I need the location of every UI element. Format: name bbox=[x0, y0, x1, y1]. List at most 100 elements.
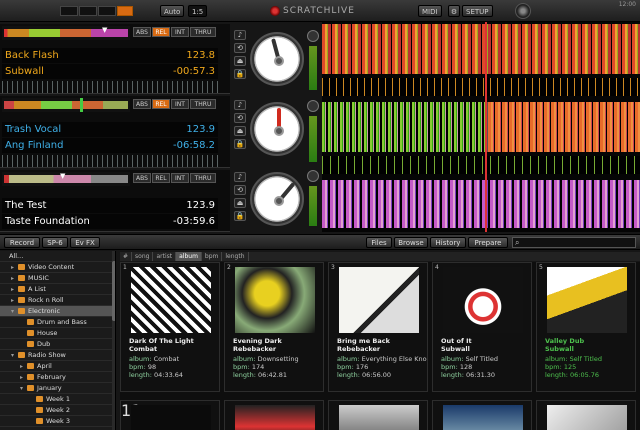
tree-item[interactable]: All... bbox=[0, 251, 115, 262]
tree-item[interactable]: House bbox=[0, 328, 115, 339]
album-card[interactable] bbox=[536, 400, 636, 430]
deck-layout-toggle-1[interactable] bbox=[60, 6, 78, 16]
browse-button[interactable]: Browse bbox=[394, 237, 428, 248]
deck-2-pitch-knob[interactable] bbox=[307, 100, 319, 112]
deck-1-keylock-icon[interactable]: 🔒 bbox=[234, 69, 246, 79]
deck-1-thru-button[interactable]: THRU bbox=[190, 27, 216, 37]
tree-expand-icon[interactable]: ▸ bbox=[11, 262, 18, 273]
record-button[interactable]: Record bbox=[4, 237, 40, 248]
fx-button[interactable]: Ev FX bbox=[70, 237, 100, 248]
album-card[interactable]: 2 Evening Dark Rebebacker album: Downsettin… bbox=[224, 262, 324, 392]
deck-2-platter[interactable] bbox=[250, 102, 304, 156]
deck-1-platter[interactable] bbox=[250, 32, 304, 86]
album-card[interactable]: 5 Valley Dub Subwall album: Self Titled bpm:… bbox=[536, 262, 636, 392]
deck-3-abs-button[interactable]: ABS bbox=[133, 173, 151, 183]
deck-1-int-button[interactable]: INT bbox=[171, 27, 189, 37]
files-button[interactable]: Files bbox=[366, 237, 392, 248]
deck-1-pitch-knob[interactable] bbox=[307, 30, 319, 42]
tree-item[interactable]: Drum and Bass bbox=[0, 317, 115, 328]
deck-layout-toggle-2[interactable] bbox=[79, 6, 97, 16]
tree-item[interactable]: ▸ April bbox=[0, 361, 115, 372]
deck-2-sync-icon[interactable]: ⟲ bbox=[234, 113, 246, 123]
album-art[interactable] bbox=[131, 405, 211, 430]
tree-item[interactable]: ▸ MUSIC bbox=[0, 273, 115, 284]
deck-2-key-icon[interactable]: ♪ bbox=[234, 100, 246, 110]
tree-item[interactable]: Dub bbox=[0, 339, 115, 350]
album-art[interactable] bbox=[547, 405, 627, 430]
tree-item[interactable]: ▾ Electronic bbox=[0, 306, 115, 317]
column-header[interactable]: song bbox=[132, 252, 154, 261]
tree-expand-icon[interactable]: ▾ bbox=[11, 306, 18, 317]
deck-3-key-icon[interactable]: ♪ bbox=[234, 172, 246, 182]
deck-1-eject-icon[interactable]: ⏏ bbox=[234, 56, 246, 66]
deck-3-sync-icon[interactable]: ⟲ bbox=[234, 185, 246, 195]
tree-item[interactable]: ▸ Video Content bbox=[0, 262, 115, 273]
album-art[interactable] bbox=[547, 267, 627, 333]
search-input[interactable]: ⌕ bbox=[512, 237, 636, 248]
deck-2-rel-button[interactable]: REL bbox=[152, 99, 170, 109]
column-header[interactable]: # bbox=[120, 252, 133, 261]
tree-expand-icon[interactable]: ▸ bbox=[11, 284, 18, 295]
prepare-button[interactable]: Prepare bbox=[468, 237, 508, 248]
column-header[interactable]: length bbox=[222, 252, 249, 261]
cog-icon[interactable]: ⚙ bbox=[448, 5, 460, 17]
deck-layout-toggle-3[interactable] bbox=[98, 6, 116, 16]
album-card[interactable] bbox=[328, 400, 428, 430]
deck-3-overview[interactable]: ▼ bbox=[2, 172, 130, 186]
deck-3-rel-button[interactable]: REL bbox=[152, 173, 170, 183]
setup-button[interactable]: SETUP bbox=[462, 5, 493, 17]
album-card[interactable]: 3 Bring me Back Rebebacker album: Everythin… bbox=[328, 262, 428, 392]
deck-2-thru-button[interactable]: THRU bbox=[190, 99, 216, 109]
album-card[interactable]: 11 bbox=[120, 400, 220, 430]
album-card[interactable] bbox=[224, 400, 324, 430]
deck-3-eject-icon[interactable]: ⏏ bbox=[234, 198, 246, 208]
history-button[interactable]: History bbox=[430, 237, 466, 248]
deck-2-overview[interactable] bbox=[2, 98, 130, 112]
album-art[interactable] bbox=[235, 267, 315, 333]
album-art[interactable] bbox=[443, 405, 523, 430]
tree-expand-icon[interactable]: ▾ bbox=[20, 383, 27, 394]
album-art[interactable] bbox=[131, 267, 211, 333]
column-header[interactable]: album bbox=[176, 252, 202, 261]
tree-item[interactable]: Week 1 bbox=[0, 394, 115, 405]
tree-expand-icon[interactable]: ▸ bbox=[20, 361, 27, 372]
tree-scrollbar[interactable] bbox=[112, 251, 115, 430]
album-card[interactable]: 1 Dark Of The Light Combat album: Combat bpm… bbox=[120, 262, 220, 392]
album-card[interactable]: 4 Out of It Subwall album: Self Titled bpm: … bbox=[432, 262, 532, 392]
auto-button[interactable]: Auto bbox=[160, 5, 185, 17]
tree-item[interactable]: ▾ Radio Show bbox=[0, 350, 115, 361]
deck-1-sync-icon[interactable]: ⟲ bbox=[234, 43, 246, 53]
deck-layout-toggle-4[interactable] bbox=[117, 6, 133, 16]
album-art[interactable] bbox=[339, 267, 419, 333]
tree-item[interactable]: ▸ Rock n Roll bbox=[0, 295, 115, 306]
tree-expand-icon[interactable]: ▸ bbox=[11, 273, 18, 284]
column-header[interactable]: bpm bbox=[202, 252, 223, 261]
deck-3-platter[interactable] bbox=[250, 172, 304, 226]
album-art[interactable] bbox=[235, 405, 315, 430]
deck-2-abs-button[interactable]: ABS bbox=[133, 99, 151, 109]
deck-2-keylock-icon[interactable]: 🔒 bbox=[234, 139, 246, 149]
waveform-display[interactable] bbox=[322, 22, 640, 232]
sp6-button[interactable]: SP-6 bbox=[42, 237, 68, 248]
album-art[interactable] bbox=[443, 267, 523, 333]
deck-1-abs-button[interactable]: ABS bbox=[133, 27, 151, 37]
tree-scrollbar-thumb[interactable] bbox=[112, 261, 115, 321]
deck-3-keylock-icon[interactable]: 🔒 bbox=[234, 211, 246, 221]
deck-3-thru-button[interactable]: THRU bbox=[190, 173, 216, 183]
column-header[interactable]: artist bbox=[153, 252, 177, 261]
deck-3-pitch-knob[interactable] bbox=[307, 170, 319, 182]
tree-item[interactable]: ▸ A List bbox=[0, 284, 115, 295]
deck-1-key-icon[interactable]: ♪ bbox=[234, 30, 246, 40]
deck-2-int-button[interactable]: INT bbox=[171, 99, 189, 109]
tree-item[interactable]: ▾ January bbox=[0, 383, 115, 394]
album-card[interactable] bbox=[432, 400, 532, 430]
midi-button[interactable]: MIDI bbox=[418, 5, 442, 17]
deck-2-eject-icon[interactable]: ⏏ bbox=[234, 126, 246, 136]
album-art[interactable] bbox=[339, 405, 419, 430]
deck-3-int-button[interactable]: INT bbox=[171, 173, 189, 183]
tree-item[interactable]: Week 3 bbox=[0, 416, 115, 427]
tree-item[interactable]: Week 2 bbox=[0, 405, 115, 416]
deck-1-rel-button[interactable]: REL bbox=[152, 27, 170, 37]
tree-item[interactable]: ▸ February bbox=[0, 372, 115, 383]
deck-1-overview[interactable]: ▼ bbox=[2, 26, 130, 40]
